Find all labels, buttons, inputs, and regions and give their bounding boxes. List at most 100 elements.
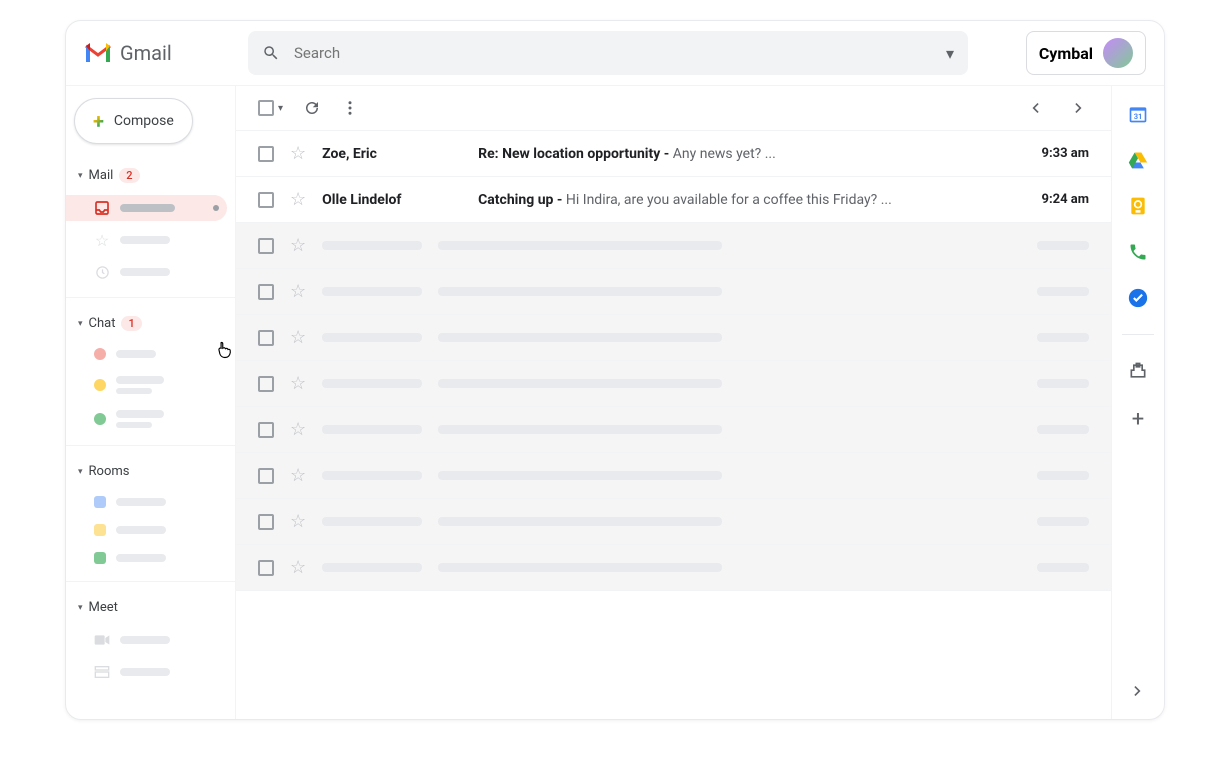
- body-area: + Compose ▾ Mail 2 ☆: [66, 86, 1164, 719]
- sidebar-item-inbox[interactable]: [66, 195, 227, 221]
- placeholder: [1037, 333, 1089, 342]
- chat-contact-1[interactable]: [74, 343, 227, 365]
- presence-dot-icon: [94, 348, 106, 360]
- email-row-placeholder[interactable]: ☆: [236, 545, 1111, 591]
- room-item-1[interactable]: [74, 491, 227, 513]
- nav-label-placeholder: [116, 526, 166, 534]
- caret-down-icon: ▾: [78, 171, 83, 181]
- email-row-placeholder[interactable]: ☆: [236, 223, 1111, 269]
- unread-dot-icon: [213, 205, 219, 211]
- sidebar-item-starred[interactable]: ☆: [74, 227, 227, 253]
- section-chat-label: Chat: [89, 316, 116, 331]
- star-icon[interactable]: ☆: [290, 143, 306, 164]
- row-checkbox[interactable]: [258, 468, 274, 484]
- row-checkbox[interactable]: [258, 514, 274, 530]
- search-icon: [262, 44, 280, 62]
- section-chat-header[interactable]: ▾ Chat 1: [74, 310, 227, 337]
- compose-button[interactable]: + Compose: [74, 98, 193, 144]
- star-icon[interactable]: ☆: [290, 557, 306, 578]
- sidebar: + Compose ▾ Mail 2 ☆: [66, 86, 236, 719]
- row-checkbox[interactable]: [258, 422, 274, 438]
- email-row-placeholder[interactable]: ☆: [236, 361, 1111, 407]
- row-checkbox[interactable]: [258, 284, 274, 300]
- star-icon[interactable]: ☆: [290, 235, 306, 256]
- prev-page-button[interactable]: [1025, 98, 1045, 118]
- user-avatar-icon[interactable]: [1103, 38, 1133, 68]
- email-row-placeholder[interactable]: ☆: [236, 315, 1111, 361]
- cursor-hand-icon: [214, 339, 234, 366]
- nav-label-placeholder: [120, 668, 170, 676]
- svg-text:31: 31: [1134, 112, 1143, 121]
- app-name-label: Gmail: [120, 41, 172, 65]
- select-all-checkbox[interactable]: ▾: [258, 100, 283, 116]
- room-icon: [94, 496, 106, 508]
- chat-contact-3[interactable]: [74, 405, 227, 433]
- nav-label-placeholder: [120, 268, 170, 276]
- section-rooms-label: Rooms: [89, 464, 130, 479]
- calendar-app-icon[interactable]: 31: [1128, 104, 1148, 124]
- nav-label-placeholder: [116, 554, 166, 562]
- row-checkbox[interactable]: [258, 192, 274, 208]
- next-page-button[interactable]: [1069, 98, 1089, 118]
- search-bar[interactable]: ▾: [248, 31, 968, 75]
- placeholder: [438, 241, 721, 250]
- star-icon[interactable]: ☆: [290, 373, 306, 394]
- section-rooms-header[interactable]: ▾ Rooms: [74, 458, 227, 485]
- email-time: 9:33 am: [1042, 146, 1090, 161]
- email-row-placeholder[interactable]: ☆: [236, 499, 1111, 545]
- row-checkbox[interactable]: [258, 560, 274, 576]
- drive-app-icon[interactable]: [1128, 150, 1148, 170]
- room-item-3[interactable]: [74, 547, 227, 569]
- addons-icon[interactable]: [1128, 361, 1148, 381]
- email-row-placeholder[interactable]: ☆: [236, 407, 1111, 453]
- placeholder: [438, 287, 721, 296]
- refresh-button[interactable]: [303, 99, 321, 117]
- row-checkbox[interactable]: [258, 146, 274, 162]
- row-checkbox[interactable]: [258, 330, 274, 346]
- clock-icon: [94, 264, 110, 280]
- org-brand-chip[interactable]: Cymbal: [1026, 31, 1146, 75]
- placeholder: [322, 517, 422, 526]
- room-item-2[interactable]: [74, 519, 227, 541]
- caret-down-icon: ▾: [278, 103, 283, 114]
- divider: [1122, 334, 1153, 335]
- email-row[interactable]: ☆Zoe, EricRe: New location opportunity -…: [236, 131, 1111, 177]
- get-addons-button[interactable]: +: [1128, 407, 1148, 427]
- star-icon[interactable]: ☆: [290, 189, 306, 210]
- star-icon[interactable]: ☆: [290, 511, 306, 532]
- keep-app-icon[interactable]: [1128, 196, 1148, 216]
- email-row[interactable]: ☆Olle LindelofCatching up - Hi Indira, a…: [236, 177, 1111, 223]
- section-mail-header[interactable]: ▾ Mail 2: [74, 162, 227, 189]
- placeholder: [1037, 379, 1089, 388]
- star-icon[interactable]: ☆: [290, 419, 306, 440]
- tasks-app-icon[interactable]: [1128, 288, 1148, 308]
- divider: [66, 581, 235, 582]
- star-icon[interactable]: ☆: [290, 465, 306, 486]
- collapse-panel-button[interactable]: [1128, 681, 1148, 705]
- placeholder: [1037, 563, 1089, 572]
- logo-area[interactable]: Gmail: [84, 41, 234, 65]
- email-list: ☆Zoe, EricRe: New location opportunity -…: [236, 131, 1111, 719]
- placeholder: [322, 471, 422, 480]
- row-checkbox[interactable]: [258, 238, 274, 254]
- star-icon[interactable]: ☆: [290, 327, 306, 348]
- star-icon[interactable]: ☆: [290, 281, 306, 302]
- row-checkbox[interactable]: [258, 376, 274, 392]
- room-icon: [94, 524, 106, 536]
- search-options-dropdown-icon[interactable]: ▾: [946, 44, 954, 63]
- search-input[interactable]: [294, 44, 932, 62]
- meet-join-meeting[interactable]: [74, 659, 227, 685]
- email-row-placeholder[interactable]: ☆: [236, 269, 1111, 315]
- side-panel: 31 +: [1112, 86, 1164, 719]
- email-row-placeholder[interactable]: ☆: [236, 453, 1111, 499]
- sidebar-item-snoozed[interactable]: [74, 259, 227, 285]
- placeholder: [438, 563, 721, 572]
- chat-contact-2[interactable]: [74, 371, 227, 399]
- room-icon: [94, 552, 106, 564]
- section-meet-header[interactable]: ▾ Meet: [74, 594, 227, 621]
- placeholder: [322, 333, 422, 342]
- more-button[interactable]: [341, 99, 359, 117]
- placeholder: [322, 287, 422, 296]
- meet-new-meeting[interactable]: [74, 627, 227, 653]
- contacts-app-icon[interactable]: [1128, 242, 1148, 262]
